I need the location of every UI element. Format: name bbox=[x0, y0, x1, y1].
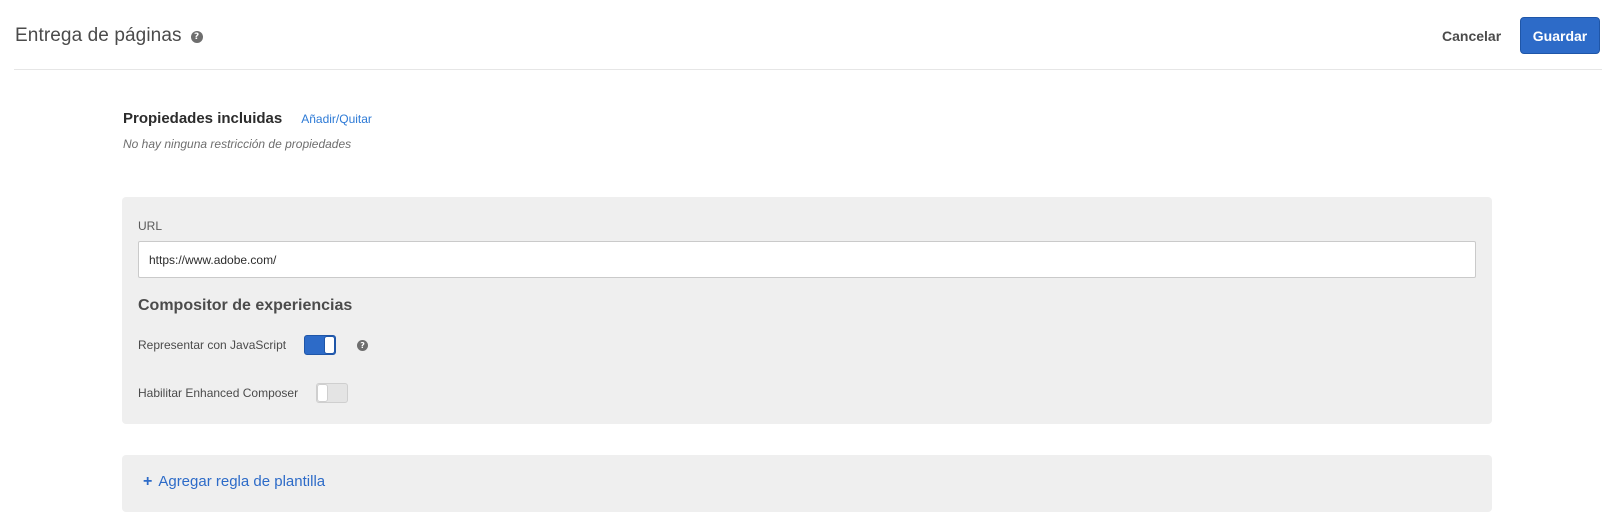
enhanced-composer-label: Habilitar Enhanced Composer bbox=[138, 386, 299, 400]
included-properties-header: Propiedades incluidas Añadir/Quitar bbox=[123, 110, 372, 127]
render-javascript-row: Representar con JavaScript ? bbox=[138, 335, 369, 355]
included-properties-section: Propiedades incluidas Añadir/Quitar No h… bbox=[123, 110, 372, 151]
page-title: Entrega de páginas bbox=[15, 25, 182, 46]
experience-composer-heading: Compositor de experiencias bbox=[138, 297, 353, 314]
add-template-rule-button[interactable]: + Agregar regla de plantilla bbox=[143, 473, 325, 490]
add-template-rule-label: Agregar regla de plantilla bbox=[158, 473, 326, 490]
url-input[interactable] bbox=[138, 241, 1476, 278]
cancel-button[interactable]: Cancelar bbox=[1442, 24, 1501, 48]
enhanced-composer-row: Habilitar Enhanced Composer bbox=[138, 383, 349, 403]
toggle-knob bbox=[324, 336, 336, 354]
url-settings-panel: URL Compositor de experiencias Represent… bbox=[122, 197, 1492, 424]
toggle-knob bbox=[317, 384, 329, 402]
header-bar: Entrega de páginas ? Cancelar Guardar bbox=[14, 0, 1602, 70]
url-label: URL bbox=[138, 219, 163, 233]
plus-icon: + bbox=[143, 472, 153, 490]
enhanced-composer-toggle[interactable] bbox=[316, 383, 349, 403]
template-rule-panel: + Agregar regla de plantilla bbox=[122, 455, 1492, 512]
question-circle-icon[interactable]: ? bbox=[357, 339, 369, 351]
included-properties-title: Propiedades incluidas bbox=[123, 110, 283, 127]
question-circle-icon[interactable]: ? bbox=[190, 31, 203, 43]
no-restrictions-note: No hay ninguna restricción de propiedade… bbox=[123, 137, 352, 151]
save-button[interactable]: Guardar bbox=[1520, 17, 1600, 54]
page-delivery-settings: Entrega de páginas ? Cancelar Guardar Pr… bbox=[0, 0, 1615, 532]
title-group: Entrega de páginas ? bbox=[15, 25, 203, 47]
add-remove-properties-link[interactable]: Añadir/Quitar bbox=[301, 112, 372, 126]
render-javascript-toggle[interactable] bbox=[304, 335, 337, 355]
render-javascript-label: Representar con JavaScript bbox=[138, 338, 287, 352]
